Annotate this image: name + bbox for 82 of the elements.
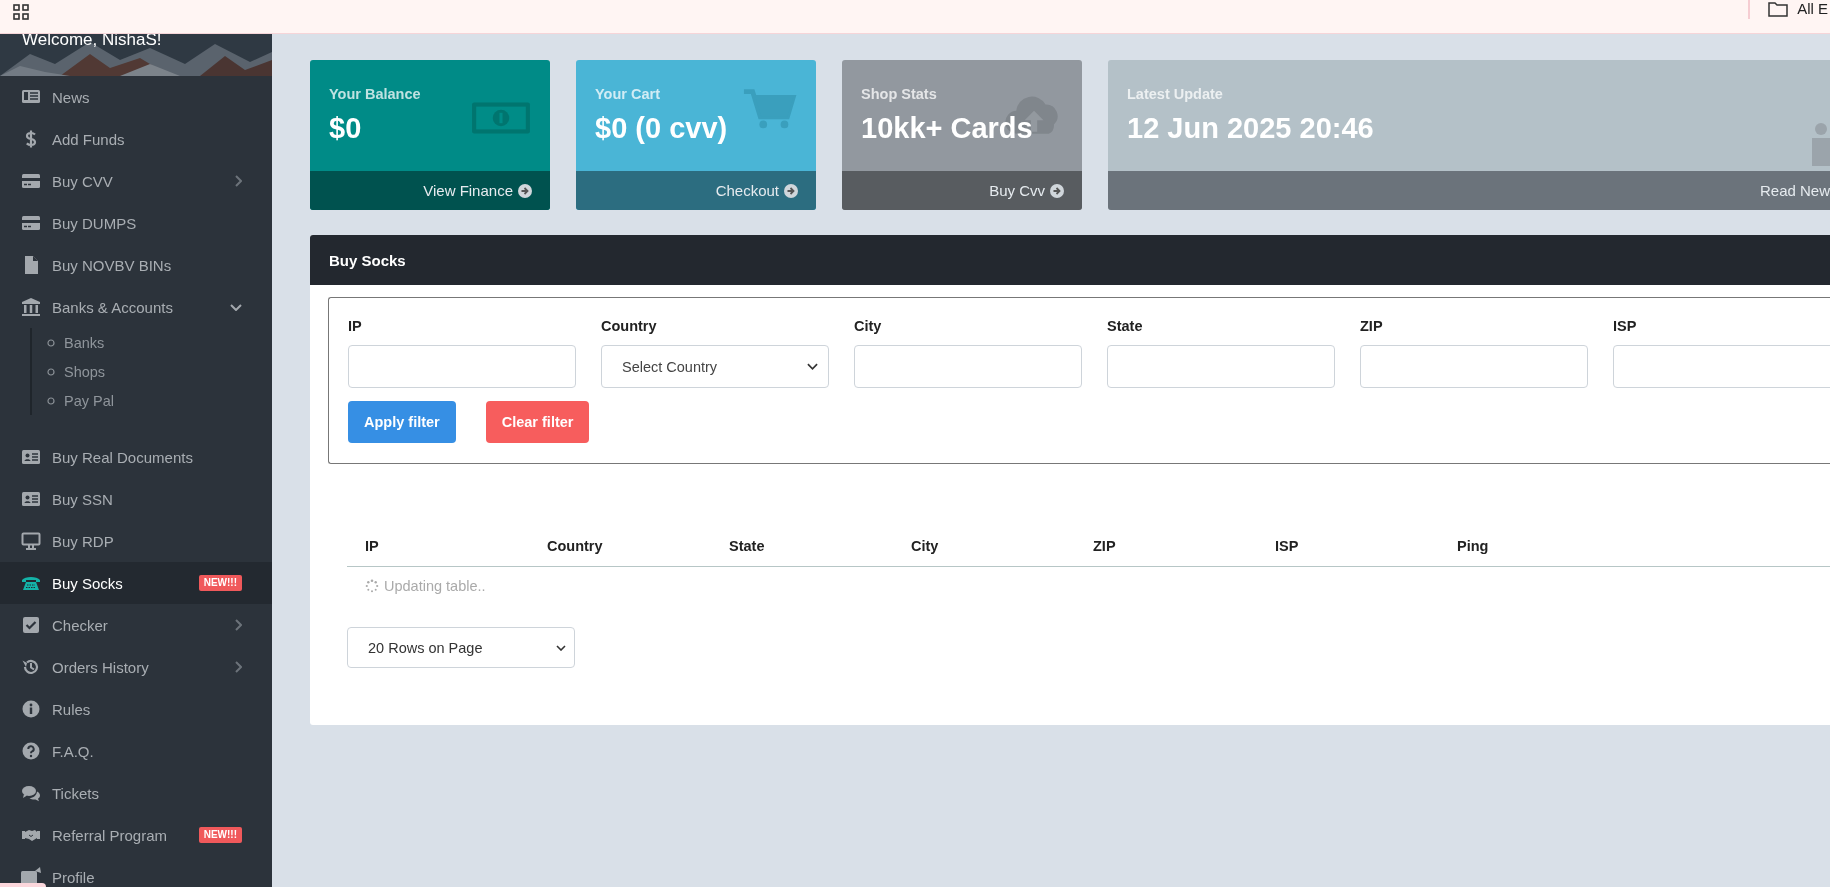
field-label: ZIP: [1360, 318, 1384, 334]
info-icon: [1812, 120, 1830, 168]
clear-filter-button[interactable]: Clear filter: [485, 401, 590, 443]
input-field[interactable]: [348, 345, 576, 388]
bullet-icon: [47, 338, 55, 347]
apps-grid-icon[interactable]: [13, 3, 29, 20]
monitor-icon: [21, 531, 41, 551]
checkbox-icon: [21, 615, 41, 635]
chevron-down-icon: [807, 363, 818, 370]
sidebar-item[interactable]: Checker: [0, 604, 272, 646]
sidebar-item[interactable]: Buy DUMPS: [0, 202, 272, 244]
info-icon: [21, 699, 41, 719]
input-field[interactable]: [854, 345, 1082, 388]
apply-filter-button[interactable]: Apply filter: [348, 401, 456, 443]
card-title: Shop Stats: [861, 86, 938, 102]
sidebar-item[interactable]: Add Funds: [0, 118, 272, 160]
sidebar-item[interactable]: F.A.Q.: [0, 730, 272, 772]
card-title: Your Balance: [329, 86, 421, 102]
submenu-item[interactable]: Banks: [32, 328, 272, 357]
column-header: IP: [365, 538, 380, 554]
column-header: State: [729, 538, 766, 554]
card-link[interactable]: View Finance: [423, 182, 532, 199]
notification-popup: [0, 883, 46, 887]
card-value: 10kk+ Cards: [861, 112, 1033, 145]
sidebar-item[interactable]: Orders History: [0, 646, 272, 688]
folder-label[interactable]: All E: [1797, 0, 1828, 17]
input-field[interactable]: [1360, 345, 1588, 388]
arrow-circle-icon: [518, 183, 532, 198]
column-header: Country: [547, 538, 604, 554]
input-field[interactable]: [1107, 345, 1335, 388]
sidebar-item[interactable]: Tickets: [0, 772, 272, 814]
sidebar-item[interactable]: Buy NOVBV BINs: [0, 244, 272, 286]
sidebar-item[interactable]: Rules: [0, 688, 272, 730]
sidebar-item[interactable]: Banks & Accounts: [0, 286, 272, 328]
column-header: City: [911, 538, 940, 554]
loading-status: Updating table..: [384, 578, 486, 594]
new-badge: NEW!!!: [198, 827, 242, 843]
column-header: Ping: [1457, 538, 1490, 554]
field-label: Country: [601, 318, 658, 334]
field-label: State: [1107, 318, 1144, 334]
id-card-icon: [21, 447, 41, 467]
input-field[interactable]: [1613, 345, 1830, 388]
card-title: Latest Update: [1127, 86, 1224, 102]
credit-card-icon: [21, 171, 41, 191]
column-header: ISP: [1275, 538, 1300, 554]
card-link[interactable]: Buy Cvv: [989, 182, 1064, 199]
sidebar-item[interactable]: News: [0, 76, 272, 118]
panel-title: Buy Socks: [310, 235, 1830, 285]
chat-bubbles-icon: [21, 783, 41, 803]
field-label: IP: [348, 318, 363, 334]
field-label: City: [854, 318, 883, 334]
card-title: Your Cart: [595, 86, 661, 102]
rows-per-page-select[interactable]: 20 Rows on Page: [347, 627, 575, 668]
sidebar-item[interactable]: Buy SSN: [0, 478, 272, 520]
field-label: ISP: [1613, 318, 1638, 334]
sidebar-item[interactable]: Referral Program NEW!!!: [0, 814, 272, 856]
card-link[interactable]: Checkout: [715, 182, 798, 199]
history-icon: [21, 657, 41, 677]
card-value: $0 (0 cvv): [595, 112, 728, 145]
folder-icon[interactable]: [1768, 0, 1789, 17]
id-card-icon: [21, 489, 41, 509]
bank-icon: [21, 297, 41, 317]
credit-card-icon: [21, 213, 41, 233]
new-badge: NEW!!!: [198, 575, 242, 591]
sidebar-item[interactable]: Buy CVV: [0, 160, 272, 202]
arrow-circle-icon: [1050, 183, 1064, 198]
sidebar-item[interactable]: Buy Socks NEW!!!: [0, 562, 272, 604]
bullet-icon: [47, 367, 55, 376]
spinner-icon: [365, 579, 379, 593]
arrow-circle-icon: [784, 183, 798, 198]
question-icon: [21, 741, 41, 761]
sidebar-item[interactable]: Buy RDP: [0, 520, 272, 562]
column-header: ZIP: [1093, 538, 1117, 554]
card-value: $0: [329, 112, 363, 145]
card-link[interactable]: Read New: [1759, 182, 1830, 199]
country-select[interactable]: Select Country: [601, 345, 829, 388]
bullet-icon: [47, 396, 55, 405]
card-value: 12 Jun 2025 20:46: [1127, 112, 1374, 145]
submenu-item[interactable]: Pay Pal: [32, 386, 272, 415]
chevron-down-icon: [556, 644, 566, 651]
submenu-item[interactable]: Shops: [32, 357, 272, 386]
sidebar-item[interactable]: Buy Real Documents: [0, 436, 272, 478]
